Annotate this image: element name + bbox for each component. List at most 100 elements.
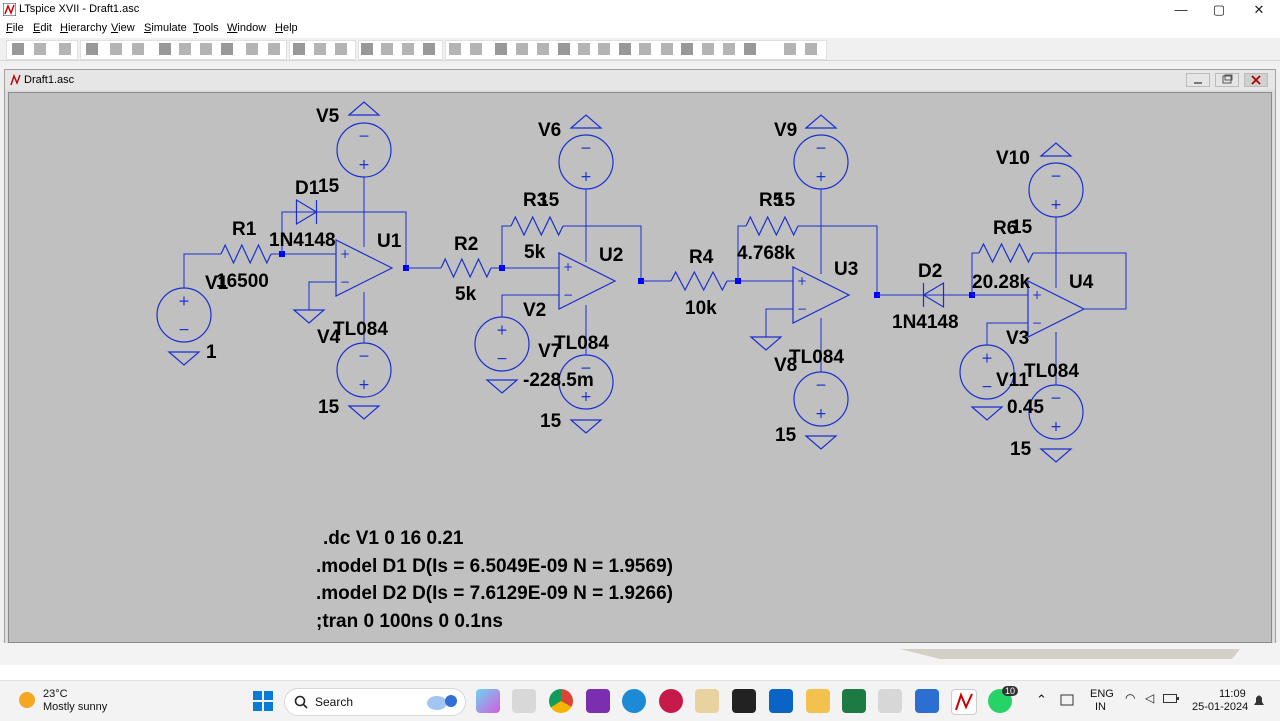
file-explorer-icon[interactable]: [806, 689, 830, 713]
spice-directive[interactable]: .model D1 D(Is = 6.5049E-09 N = 1.9569): [316, 556, 673, 577]
find-icon[interactable]: [402, 43, 414, 55]
mirror-icon[interactable]: [744, 43, 756, 55]
supply-v10[interactable]: [1039, 142, 1073, 157]
label-v11[interactable]: V11: [996, 370, 1029, 391]
label-d2[interactable]: D2: [918, 261, 942, 282]
label-v10[interactable]: V10: [996, 148, 1030, 169]
ltspice-taskbar-icon[interactable]: [951, 689, 977, 715]
spice-directive[interactable]: ;tran 0 100ns 0 0.1ns: [316, 611, 503, 632]
component-icon[interactable]: [619, 43, 631, 55]
new-schematic-icon[interactable]: [12, 43, 24, 55]
tray-pen-icon[interactable]: [1060, 692, 1076, 708]
spice-directive[interactable]: .model D2 D(Is = 7.6129E-09 N = 1.9266): [316, 583, 673, 604]
label-v5_val[interactable]: 15: [318, 176, 340, 197]
minimize-button[interactable]: —: [1162, 0, 1200, 20]
label-v6[interactable]: V6: [538, 120, 561, 141]
label-r1[interactable]: R1: [232, 219, 257, 240]
spice-directive-icon[interactable]: [805, 43, 817, 55]
label-u1_model[interactable]: TL084: [333, 319, 388, 340]
label-v7[interactable]: V7: [538, 341, 561, 362]
voltage-source-v5[interactable]: −+: [336, 122, 392, 178]
label-u1[interactable]: U1: [377, 231, 402, 252]
label-r3[interactable]: R3: [523, 190, 547, 211]
supply-v6[interactable]: [569, 114, 603, 129]
clock-date[interactable]: 25-01-2024: [1192, 701, 1248, 713]
paste-icon[interactable]: [381, 43, 393, 55]
copilot-icon[interactable]: [476, 689, 500, 713]
resistor-r1[interactable]: [220, 243, 272, 265]
wire[interactable]: [501, 225, 511, 268]
supply-v4[interactable]: [347, 405, 381, 420]
voltage-source-v9[interactable]: −+: [793, 134, 849, 190]
resistor-r6[interactable]: [978, 242, 1034, 264]
label-u2[interactable]: U2: [599, 245, 623, 266]
raspberry-icon[interactable]: [659, 689, 683, 713]
label-u3[interactable]: U3: [834, 259, 858, 280]
voltage-source-v8[interactable]: −+: [793, 371, 849, 427]
run-icon[interactable]: [110, 43, 122, 55]
child-minimize-button[interactable]: [1186, 73, 1210, 87]
zoom-out-icon[interactable]: [200, 43, 212, 55]
language-code[interactable]: ENG: [1090, 688, 1114, 700]
task-view-icon[interactable]: [512, 689, 536, 713]
battery-icon[interactable]: [1163, 694, 1179, 704]
label-u2_model[interactable]: TL084: [554, 333, 609, 354]
volume-icon[interactable]: ◁: [1145, 691, 1154, 705]
resistor-r2[interactable]: [440, 257, 492, 279]
app-folder-icon[interactable]: [695, 689, 719, 713]
tile-horizontal-icon[interactable]: [268, 43, 280, 55]
spice-directive[interactable]: .dc V1 0 16 0.21: [323, 528, 464, 549]
label-v8_val[interactable]: 15: [775, 425, 797, 446]
inductor-icon[interactable]: [578, 43, 590, 55]
label-v2[interactable]: V2: [523, 300, 546, 321]
label-v11_val[interactable]: 0.45: [1007, 397, 1044, 418]
label-u3_model[interactable]: TL084: [789, 347, 844, 368]
notion-icon[interactable]: [732, 689, 756, 713]
ground-v2[interactable]: [485, 379, 519, 394]
drag-icon[interactable]: [661, 43, 673, 55]
cascade-icon[interactable]: [314, 43, 326, 55]
label-r6[interactable]: R6: [993, 218, 1017, 239]
label-v1[interactable]: V1: [205, 273, 229, 294]
supply-v5[interactable]: [347, 101, 381, 116]
undo-icon[interactable]: [681, 43, 693, 55]
child-restore-button[interactable]: [1215, 73, 1239, 87]
menu-simulate[interactable]: Simulate: [144, 22, 187, 34]
label-v7_val[interactable]: -228.5m: [523, 370, 594, 391]
ground-u1[interactable]: [292, 309, 326, 324]
halt-icon[interactable]: [132, 43, 144, 55]
notepad-icon[interactable]: [915, 689, 939, 713]
resistor-r4[interactable]: [670, 270, 728, 292]
cut-icon[interactable]: [335, 43, 347, 55]
tray-chevron-icon[interactable]: ⌃: [1036, 692, 1047, 708]
wire[interactable]: [765, 308, 793, 337]
print-preview-icon[interactable]: [449, 43, 461, 55]
tile-vertical-icon[interactable]: [293, 43, 305, 55]
save-icon[interactable]: [59, 43, 71, 55]
schematic-canvas[interactable]: + − + − − + − + + − + − − + − + + − − + − + + − + − − + − + V5 15 D1 1N41…: [8, 92, 1272, 643]
outlook-icon[interactable]: [769, 689, 793, 713]
label-r3_val[interactable]: 5k: [524, 242, 546, 263]
wire-icon[interactable]: [470, 43, 482, 55]
autoscale-icon[interactable]: [246, 43, 258, 55]
label-r4[interactable]: R4: [689, 247, 714, 268]
label-r2[interactable]: R2: [454, 234, 478, 255]
menu-view[interactable]: View: [111, 22, 135, 34]
label-v7_bottom[interactable]: 15: [540, 411, 562, 432]
voltage-source-v2[interactable]: +−: [474, 316, 530, 372]
notification-bell-icon[interactable]: [1252, 693, 1266, 709]
taskbar-search[interactable]: Search: [284, 688, 466, 716]
redo-icon[interactable]: [702, 43, 714, 55]
diode-icon[interactable]: [598, 43, 610, 55]
control-panel-icon[interactable]: [86, 43, 98, 55]
text-icon[interactable]: [784, 43, 796, 55]
diode-d2[interactable]: [906, 281, 961, 309]
print-icon[interactable]: [423, 43, 435, 55]
ground-u3[interactable]: [749, 336, 783, 351]
label-d2_model[interactable]: 1N4148: [892, 312, 959, 333]
start-windows-icon[interactable]: [252, 690, 274, 712]
label-u4[interactable]: U4: [1069, 272, 1094, 293]
label-v9[interactable]: V9: [774, 120, 797, 141]
label-v4_val[interactable]: 15: [318, 397, 340, 418]
label-net-icon[interactable]: [516, 43, 528, 55]
